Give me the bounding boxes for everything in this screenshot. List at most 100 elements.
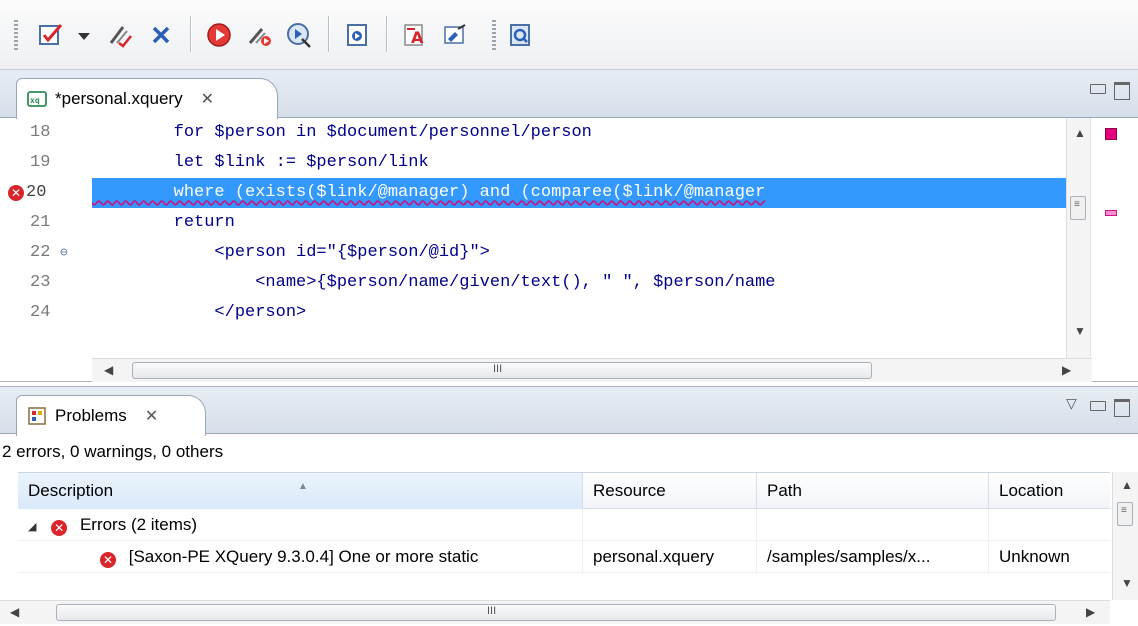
code-line[interactable]: 24 </person>	[0, 298, 1090, 328]
problems-horizontal-scrollbar[interactable]: ◀ III ▶	[0, 600, 1110, 624]
scroll-up-icon[interactable]: ▲	[1121, 478, 1133, 492]
scroll-left-icon[interactable]: ◀	[10, 605, 19, 619]
scroll-down-icon[interactable]: ▼	[1074, 324, 1086, 338]
toolbar-separator	[328, 16, 329, 52]
resource-cell: personal.xquery	[583, 541, 757, 573]
toolbar-grip[interactable]	[492, 20, 496, 50]
scroll-grip: III	[493, 363, 503, 375]
table-row[interactable]: ✕ [Saxon-PE XQuery 9.3.0.4] One or more …	[18, 541, 1110, 573]
xslt-xquery-debugger-icon	[510, 24, 530, 46]
scroll-left-icon[interactable]: ◀	[104, 363, 113, 377]
column-header-description[interactable]: ▲ Description	[18, 473, 583, 509]
error-status-indicator[interactable]	[1105, 128, 1117, 140]
dropdown-arrow-icon	[78, 33, 90, 40]
editor-vertical-scrollbar[interactable]: ▲ ≡ ▼	[1066, 118, 1090, 358]
code-line[interactable]: 23 <name>{$person/name/given/text(), " "…	[0, 268, 1090, 298]
scroll-right-icon[interactable]: ▶	[1062, 363, 1071, 377]
code-line-selected[interactable]: ✕ 20 where (exists($link/@manager) and (…	[0, 178, 1090, 208]
view-menu-icon[interactable]: ▽	[1066, 395, 1077, 412]
scroll-grip: III	[487, 605, 497, 617]
scroll-down-icon[interactable]: ▼	[1121, 576, 1133, 590]
scroll-thumb[interactable]: III	[56, 604, 1056, 621]
line-number: 22	[30, 243, 51, 262]
column-header-resource[interactable]: Resource	[583, 473, 757, 509]
validate-dropdown-button[interactable]	[74, 20, 94, 50]
problems-table[interactable]: ▲ Description Resource Path Location ◢ ✕…	[18, 472, 1110, 600]
toolbar-grip[interactable]	[14, 20, 18, 50]
line-number: 24	[30, 303, 51, 322]
xquery-builder-button[interactable]	[342, 20, 372, 50]
edit-attributes-button[interactable]	[440, 20, 470, 50]
sort-ascending-icon: ▲	[298, 481, 308, 492]
clear-markers-button[interactable]	[146, 20, 176, 50]
xquery-editor-panel: xq *personal.xquery ✕ 18 for $person in …	[0, 70, 1138, 382]
close-tab-icon[interactable]: ✕	[145, 406, 158, 426]
xquery-file-icon: xq	[27, 91, 47, 107]
group-row-errors[interactable]: ◢ ✕ Errors (2 items)	[18, 509, 1110, 541]
column-header-location[interactable]: Location	[989, 473, 1110, 509]
run-transformation-button[interactable]	[204, 20, 234, 50]
validate-button[interactable]	[36, 20, 66, 50]
maximize-editor-button[interactable]	[1114, 82, 1130, 100]
code-text: </person>	[92, 303, 307, 322]
svg-text:xq: xq	[30, 96, 40, 105]
code-text: for $person in $document/personnel/perso…	[92, 123, 592, 142]
edit-attributes-icon	[444, 24, 466, 44]
error-overview-marker[interactable]	[1105, 210, 1117, 216]
tab-problems[interactable]: Problems ✕	[16, 395, 206, 436]
debug-scenario-button[interactable]	[284, 20, 314, 50]
line-number: 20	[26, 183, 47, 202]
table-header: ▲ Description Resource Path Location	[18, 473, 1110, 509]
validate-icon	[39, 24, 63, 45]
path-cell: /samples/samples/x...	[757, 541, 989, 573]
line-number: 18	[30, 123, 51, 142]
error-icon: ✕	[51, 520, 68, 536]
column-header-path[interactable]: Path	[757, 473, 989, 509]
code-text: return	[92, 213, 235, 232]
code-text: <name>{$person/name/given/text(), " ", $…	[92, 273, 776, 292]
editor-tabbar: xq *personal.xquery ✕	[0, 70, 1138, 119]
minimize-editor-button[interactable]	[1090, 84, 1106, 94]
code-line[interactable]: 22 ⊖ <person id="{$person/@id}">	[0, 238, 1090, 268]
xquery-builder-icon	[347, 24, 367, 46]
error-overview-ruler[interactable]	[1090, 118, 1138, 358]
xslt-xquery-debugger-button[interactable]	[506, 20, 536, 50]
toolbar-separator	[386, 16, 387, 52]
code-line[interactable]: 18 for $person in $document/personnel/pe…	[0, 118, 1090, 148]
problems-tab-label: Problems	[55, 406, 127, 425]
code-line[interactable]: 21 return	[0, 208, 1090, 238]
main-toolbar: A	[0, 0, 1138, 70]
code-editor[interactable]: 18 for $person in $document/personnel/pe…	[0, 118, 1138, 358]
fold-toggle-icon[interactable]: ⊖	[60, 238, 68, 268]
close-tab-icon[interactable]: ✕	[201, 89, 214, 109]
description-cell: ✕ [Saxon-PE XQuery 9.3.0.4] One or more …	[18, 541, 583, 573]
editor-tab-label: *personal.xquery	[55, 89, 183, 108]
code-text: where (exists($link/@manager) and (compa…	[92, 183, 766, 202]
scroll-thumb[interactable]: ≡	[1070, 196, 1086, 220]
toolbar-separator	[190, 16, 191, 52]
scroll-up-icon[interactable]: ▲	[1074, 126, 1086, 140]
code-text: <person id="{$person/@id}">	[92, 243, 490, 262]
line-number: 21	[30, 213, 51, 232]
problems-tabbar: Problems ✕ ▽	[0, 386, 1138, 436]
error-marker-icon[interactable]: ✕	[8, 185, 24, 201]
scroll-thumb[interactable]: ≡	[1117, 502, 1133, 526]
validate-with-icon	[109, 26, 132, 48]
expand-collapse-icon[interactable]: ◢	[28, 521, 36, 533]
minimize-problems-button[interactable]	[1090, 401, 1106, 411]
maximize-problems-button[interactable]	[1114, 399, 1130, 417]
run-transformation-icon	[207, 23, 231, 47]
editor-horizontal-scrollbar[interactable]: ◀ III ▶	[92, 358, 1092, 382]
code-line[interactable]: 19 let $link := $person/link	[0, 148, 1090, 178]
format-indent-button[interactable]: A	[400, 20, 430, 50]
validate-with-button[interactable]	[104, 20, 134, 50]
scroll-thumb[interactable]: III	[132, 362, 872, 379]
format-indent-icon: A	[404, 24, 424, 47]
group-description-cell: ◢ ✕ Errors (2 items)	[18, 509, 583, 541]
scroll-right-icon[interactable]: ▶	[1086, 605, 1095, 619]
configure-transformation-icon	[248, 28, 271, 46]
debug-scenario-icon	[287, 23, 311, 48]
configure-transformation-button[interactable]	[244, 20, 274, 50]
tab-personal-xquery[interactable]: xq *personal.xquery ✕	[16, 78, 278, 119]
problems-vertical-scrollbar[interactable]: ▲ ≡ ▼	[1112, 472, 1138, 600]
